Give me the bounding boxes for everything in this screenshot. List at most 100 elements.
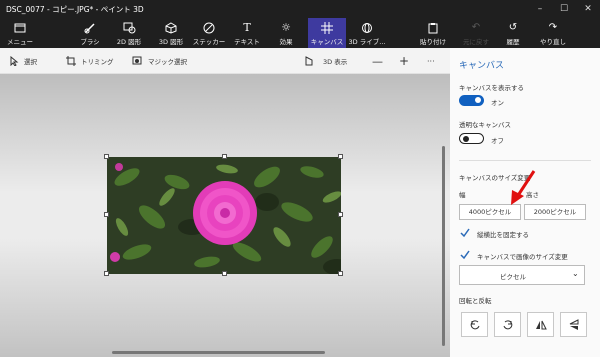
resize-image-label: キャンバスで画像のサイズ変更 <box>477 253 568 261</box>
paste-button[interactable]: 貼り付け <box>418 18 448 48</box>
crop-label: トリミング <box>81 58 114 66</box>
brush-button[interactable]: ブラシ <box>76 18 104 48</box>
lock-aspect-checkbox[interactable] <box>460 228 470 238</box>
crop-tool[interactable]: トリミング <box>66 55 114 67</box>
resize-handle-left[interactable] <box>104 212 109 217</box>
canvas-toolbar: 選択 トリミング マジック選択 3D 表示 — + ··· <box>0 48 450 74</box>
minimize-icon[interactable]: – <box>528 0 552 18</box>
panel-divider <box>459 160 591 161</box>
canvas-label: キャンバス <box>310 38 344 46</box>
resize-handle-bottom-right[interactable] <box>338 271 343 276</box>
magic-select-label: マジック選択 <box>148 58 187 66</box>
resize-handle-right[interactable] <box>338 212 343 217</box>
redo-button[interactable]: ↷ やり直し <box>536 18 570 48</box>
redo-icon: ↷ <box>548 22 558 33</box>
magic-select-icon <box>132 56 142 65</box>
resize-image-checkbox[interactable] <box>460 250 470 260</box>
cursor-icon <box>10 56 19 66</box>
brush-icon <box>76 21 104 34</box>
select-label: 選択 <box>24 58 37 66</box>
transparent-canvas-state: オフ <box>491 137 504 145</box>
rotate-left-button[interactable] <box>461 312 488 337</box>
checkmark-icon <box>460 250 470 260</box>
rotate-left-icon <box>470 319 479 329</box>
magic-select-tool[interactable]: マジック選択 <box>132 55 187 67</box>
flip-horizontal-button[interactable] <box>527 312 554 337</box>
undo-icon: ↶ <box>471 22 481 33</box>
effects-button[interactable]: ☼ 効果 <box>272 18 300 48</box>
transparent-canvas-toggle[interactable] <box>459 133 484 144</box>
flip-vertical-button[interactable] <box>560 312 587 337</box>
undo-label: 元に戻す <box>463 38 489 46</box>
transparent-canvas-label: 透明なキャンバス <box>459 121 511 129</box>
shapes-3d-label: 3D 図形 <box>158 38 184 46</box>
lock-aspect-label: 縦横比を固定する <box>477 231 529 239</box>
unit-dropdown[interactable]: ピクセル ⌄ <box>459 265 585 285</box>
redo-label: やり直し <box>540 38 566 46</box>
horizontal-scrollbar[interactable] <box>112 351 325 354</box>
show-canvas-label: キャンバスを表示する <box>459 84 524 92</box>
close-icon[interactable]: ✕ <box>576 0 600 18</box>
checkmark-icon <box>460 228 470 238</box>
resize-handle-top-right[interactable] <box>338 154 343 159</box>
rotate-flip-label: 回転と反転 <box>459 297 492 305</box>
select-tool[interactable]: 選択 <box>10 55 37 67</box>
canvas-image[interactable] <box>107 157 341 274</box>
clipboard-icon <box>418 21 448 34</box>
library-3d-label: 3D ライブ... <box>348 38 386 46</box>
vertical-scrollbar[interactable] <box>442 146 445 346</box>
flip-horizontal-icon <box>535 320 547 329</box>
view-3d-icon <box>305 56 313 66</box>
view-3d-toggle[interactable]: 3D 表示 <box>304 55 347 67</box>
rotate-right-button[interactable] <box>494 312 521 337</box>
width-label: 幅 <box>459 191 466 199</box>
resize-handle-bottom[interactable] <box>222 271 227 276</box>
history-icon: ↺ <box>508 22 518 33</box>
show-canvas-toggle[interactable] <box>459 95 484 106</box>
library-icon <box>348 21 386 34</box>
text-icon: T <box>243 21 251 34</box>
camellia-photo <box>107 157 341 274</box>
cube-icon <box>156 21 186 34</box>
more-options-button[interactable]: ··· <box>427 55 435 67</box>
text-button[interactable]: T テキスト <box>232 18 262 48</box>
crop-icon <box>66 56 76 66</box>
maximize-icon[interactable]: ☐ <box>552 0 576 18</box>
more-label: ··· <box>427 56 435 66</box>
unit-dropdown-value: ピクセル <box>500 273 526 281</box>
undo-button[interactable]: ↶ 元に戻す <box>460 18 492 48</box>
text-label: テキスト <box>234 38 260 46</box>
resize-handle-top-left[interactable] <box>104 154 109 159</box>
red-arrow-annotation <box>511 170 536 205</box>
history-button[interactable]: ↺ 履歴 <box>498 18 528 48</box>
stickers-label: ステッカー <box>192 38 226 46</box>
ribbon: メニュー ブラシ 2D 図形 3D 図形 ステッカー T テキスト ☼ 効果 キ… <box>0 18 600 48</box>
resize-handle-bottom-left[interactable] <box>104 271 109 276</box>
paste-label: 貼り付け <box>420 38 446 46</box>
resize-handle-top[interactable] <box>222 154 227 159</box>
window-title: DSC_0077 - コピー.JPG* - ペイント 3D <box>6 5 144 14</box>
library-3d-button[interactable]: 3D ライブ... <box>348 18 386 48</box>
menu-icon <box>0 21 40 34</box>
title-bar: DSC_0077 - コピー.JPG* - ペイント 3D – ☐ ✕ <box>0 0 600 18</box>
effects-label: 効果 <box>279 38 293 46</box>
canvas-area[interactable] <box>0 74 450 357</box>
sticker-icon <box>192 21 226 34</box>
panel-title: キャンバス <box>459 61 505 71</box>
zoom-out-button[interactable]: — <box>372 55 383 68</box>
shapes-2d-icon <box>114 21 144 34</box>
menu-button[interactable]: メニュー <box>0 18 40 48</box>
sun-icon: ☼ <box>281 21 291 34</box>
shapes-2d-label: 2D 図形 <box>116 38 142 46</box>
zoom-in-button[interactable]: + <box>399 54 409 68</box>
stickers-button[interactable]: ステッカー <box>192 18 226 48</box>
shapes-2d-button[interactable]: 2D 図形 <box>114 18 144 48</box>
shapes-3d-button[interactable]: 3D 図形 <box>156 18 186 48</box>
show-canvas-state: オン <box>491 99 504 107</box>
chevron-down-icon: ⌄ <box>572 269 579 278</box>
menu-label: メニュー <box>7 38 33 46</box>
canvas-grid-icon <box>308 21 346 34</box>
canvas-button[interactable]: キャンバス <box>308 18 346 48</box>
history-label: 履歴 <box>506 38 520 46</box>
rotate-right-icon <box>503 319 512 329</box>
